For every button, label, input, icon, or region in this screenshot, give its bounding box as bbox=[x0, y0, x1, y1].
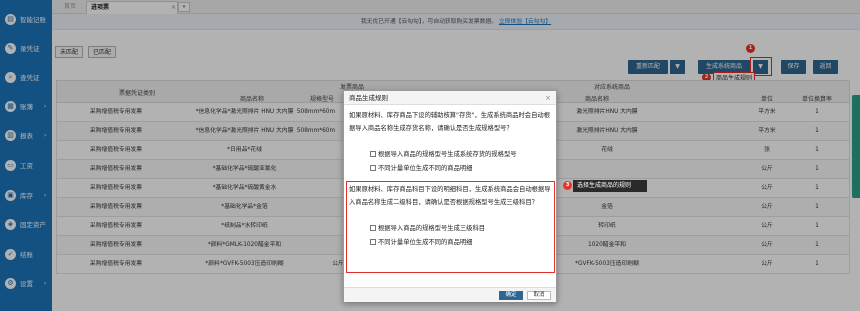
step-marker-3: 3 bbox=[563, 181, 572, 190]
option-label: 根据导入商品的规格型号生成系统存货的规格型号 bbox=[378, 151, 517, 158]
close-icon[interactable]: × bbox=[545, 91, 551, 105]
checkbox[interactable] bbox=[370, 225, 376, 231]
dialog-title: 商品生成规则 bbox=[349, 94, 388, 102]
option-label: 根据导入商品的规格型号生成三级科目 bbox=[378, 225, 486, 232]
checkbox[interactable] bbox=[370, 239, 376, 245]
option-label: 不同计量单位生成不同的商品明细 bbox=[378, 239, 473, 246]
confirm-button[interactable]: 确定 bbox=[499, 291, 523, 300]
goods-rule-dialog: 商品生成规则 × 如果原材料、库存商品下设的辅助核算"存货"，生成系统商品时会自… bbox=[343, 90, 557, 302]
question-third-level-account: 如果原材料、库存商品科目下设的明细科目，生成系统商品会自动根据导入商品名称生成二… bbox=[349, 186, 551, 206]
checkbox[interactable] bbox=[370, 165, 376, 171]
side-floating-tab[interactable] bbox=[852, 95, 860, 198]
option-generate-spec-model[interactable]: 根据导入商品的规格型号生成系统存货的规格型号 bbox=[370, 150, 517, 159]
option-unit-detail[interactable]: 不同计量单位生成不同的商品明细 bbox=[370, 164, 472, 173]
tip-callout: 选择生成商品的规则 bbox=[573, 180, 647, 192]
checkbox[interactable] bbox=[370, 151, 376, 157]
dialog-footer bbox=[344, 287, 556, 302]
dialog-header: 商品生成规则 × bbox=[344, 91, 556, 105]
option-label: 不同计量单位生成不同的商品明细 bbox=[378, 165, 473, 172]
question-spec-model: 如果原材料、库存商品下设的辅助核算"存货"，生成系统商品时会自动根据导入商品名称… bbox=[349, 112, 550, 132]
option-generate-third-level[interactable]: 根据导入商品的规格型号生成三级科目 bbox=[370, 224, 485, 233]
option-unit-detail-2[interactable]: 不同计量单位生成不同的商品明细 bbox=[370, 238, 472, 247]
cancel-button[interactable]: 取消 bbox=[527, 291, 551, 300]
